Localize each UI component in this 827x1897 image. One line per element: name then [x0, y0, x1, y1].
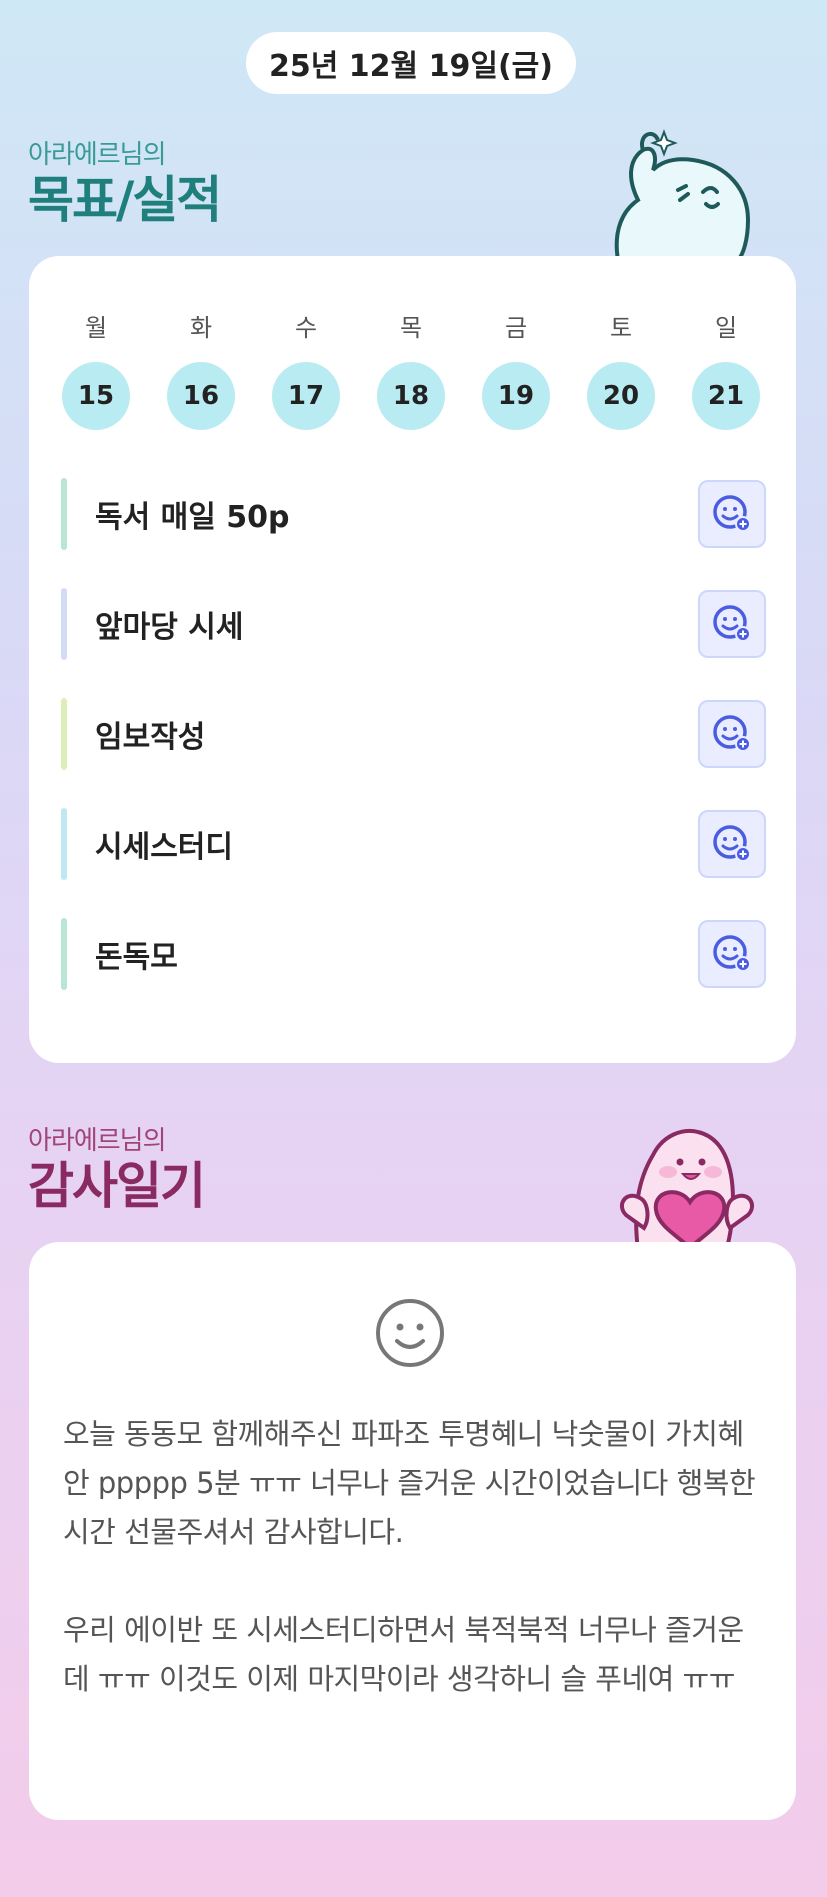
day-sun[interactable]: 일 21	[691, 308, 761, 430]
goal-item: 앞마당 시세	[61, 588, 766, 660]
goal-item: 독서 매일 50p	[61, 478, 766, 550]
goal-check-button[interactable]	[698, 810, 766, 878]
day-name: 수	[294, 314, 318, 342]
goal-label: 앞마당 시세	[95, 610, 244, 645]
day-name: 목	[399, 314, 423, 342]
smile-face-icon[interactable]	[374, 1297, 446, 1369]
day-name: 일	[714, 314, 738, 342]
day-wed[interactable]: 수 17	[271, 308, 341, 430]
goal-check-button[interactable]	[698, 590, 766, 658]
smile-add-icon	[713, 935, 751, 972]
day-number: 16	[167, 362, 235, 430]
day-tue[interactable]: 화 16	[166, 308, 236, 430]
week-days: 월 15 화 16 수 17 목 18 금 19 토 20 일 21	[61, 308, 761, 430]
goal-item: 돈독모	[61, 918, 766, 990]
day-number: 21	[692, 362, 760, 430]
goal-check-button[interactable]	[698, 920, 766, 988]
goal-item: 시세스터디	[61, 808, 766, 880]
goal-label: 임보작성	[95, 720, 206, 755]
smile-add-icon	[713, 825, 751, 862]
date-text: 25년 12월 19일(금)	[269, 49, 553, 84]
day-number: 17	[272, 362, 340, 430]
goals-card: 월 15 화 16 수 17 목 18 금 19 토 20 일 21 독서 매일	[29, 256, 796, 1063]
goal-item: 임보작성	[61, 698, 766, 770]
goal-color-bar	[61, 698, 67, 770]
date-pill[interactable]: 25년 12월 19일(금)	[246, 32, 576, 94]
goal-label: 독서 매일 50p	[95, 500, 290, 535]
diary-paragraph: 우리 에이반 또 시세스터디하면서 북적북적 너무나 즐거운데 ㅠㅠ 이것도 이…	[63, 1613, 744, 1696]
day-thu[interactable]: 목 18	[376, 308, 446, 430]
gratitude-card: 오늘 동동모 함께해주신 파파조 투명혜니 낙숫물이 가치혜안 ppppp 5분…	[29, 1242, 796, 1820]
smile-add-icon	[713, 715, 751, 752]
day-sat[interactable]: 토 20	[586, 308, 656, 430]
goal-label: 시세스터디	[95, 830, 233, 865]
day-number: 19	[482, 362, 550, 430]
smile-add-icon	[713, 605, 751, 642]
day-mon[interactable]: 월 15	[61, 308, 131, 430]
day-name: 월	[84, 314, 108, 342]
gratitude-section-title: 감사일기	[28, 1157, 206, 1215]
day-number: 15	[62, 362, 130, 430]
smile-add-icon	[713, 495, 751, 532]
gratitude-diary-text: 오늘 동동모 함께해주신 파파조 투명혜니 낙숫물이 가치혜안 ppppp 5분…	[63, 1410, 763, 1704]
goals-section-title: 목표/실적	[28, 171, 222, 229]
goal-color-bar	[61, 478, 67, 550]
waving-mascot-icon	[614, 129, 751, 260]
day-name: 금	[504, 314, 528, 342]
day-name: 화	[189, 314, 213, 342]
goal-label: 돈독모	[95, 940, 178, 975]
goal-check-button[interactable]	[698, 700, 766, 768]
day-number: 20	[587, 362, 655, 430]
diary-paragraph: 오늘 동동모 함께해주신 파파조 투명혜니 낙숫물이 가치혜안 ppppp 5분…	[63, 1417, 756, 1549]
goal-color-bar	[61, 808, 67, 880]
goal-check-button[interactable]	[698, 480, 766, 548]
goal-color-bar	[61, 588, 67, 660]
heart-hugging-mascot-icon	[620, 1129, 754, 1250]
day-name: 토	[609, 314, 633, 342]
day-number: 18	[377, 362, 445, 430]
goal-color-bar	[61, 918, 67, 990]
day-fri[interactable]: 금 19	[481, 308, 551, 430]
